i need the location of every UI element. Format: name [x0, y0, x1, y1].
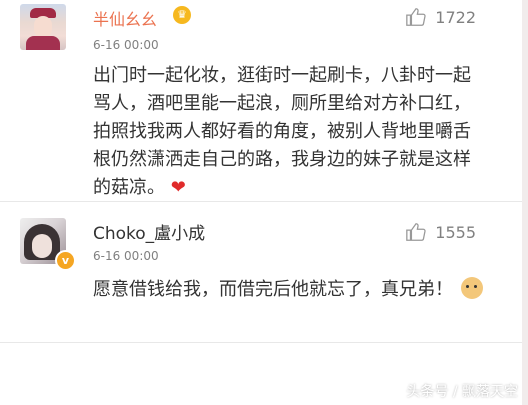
like-button[interactable]: 1555 — [405, 221, 476, 243]
comment-divider — [0, 342, 522, 343]
verified-badge-icon: v — [55, 250, 76, 271]
thumb-up-icon — [406, 223, 426, 241]
comment-username[interactable]: Choko_盧小成 — [93, 219, 205, 244]
like-count: 1722 — [435, 7, 476, 27]
thumb-up-icon — [406, 8, 426, 26]
comment-item: 半仙幺幺 ♛ 6-16 00:00 1722 出门时一起化妆，逛街时一起刷卡，八… — [0, 0, 520, 200]
comment-username[interactable]: 半仙幺幺 — [93, 6, 157, 30]
comment-divider — [0, 201, 522, 202]
comment-time: 6-16 00:00 — [93, 38, 159, 52]
comment-text-body: 愿意借钱给我，而借完后他就忘了，真兄弟！ — [93, 279, 453, 300]
comment-time: 6-16 00:00 — [93, 249, 159, 263]
like-count: 1555 — [435, 222, 476, 242]
crown-icon: ♛ — [173, 6, 191, 24]
right-edge-strip — [522, 0, 528, 405]
watermark: 头条号 / 飘落天空 — [406, 384, 518, 400]
doge-emoji-icon — [461, 277, 483, 299]
heart-emoji-icon: ❤ — [170, 177, 186, 198]
comment-text-body: 出门时一起化妆，逛街时一起刷卡，八卦时一起骂人，酒吧里能一起浪，厕所里给对方补口… — [93, 65, 471, 198]
like-button[interactable]: 1722 — [405, 6, 476, 28]
avatar[interactable] — [20, 4, 66, 50]
comment-text: 出门时一起化妆，逛街时一起刷卡，八卦时一起骂人，酒吧里能一起浪，厕所里给对方补口… — [93, 62, 483, 202]
comment-text: 愿意借钱给我，而借完后他就忘了，真兄弟！ — [93, 276, 483, 304]
